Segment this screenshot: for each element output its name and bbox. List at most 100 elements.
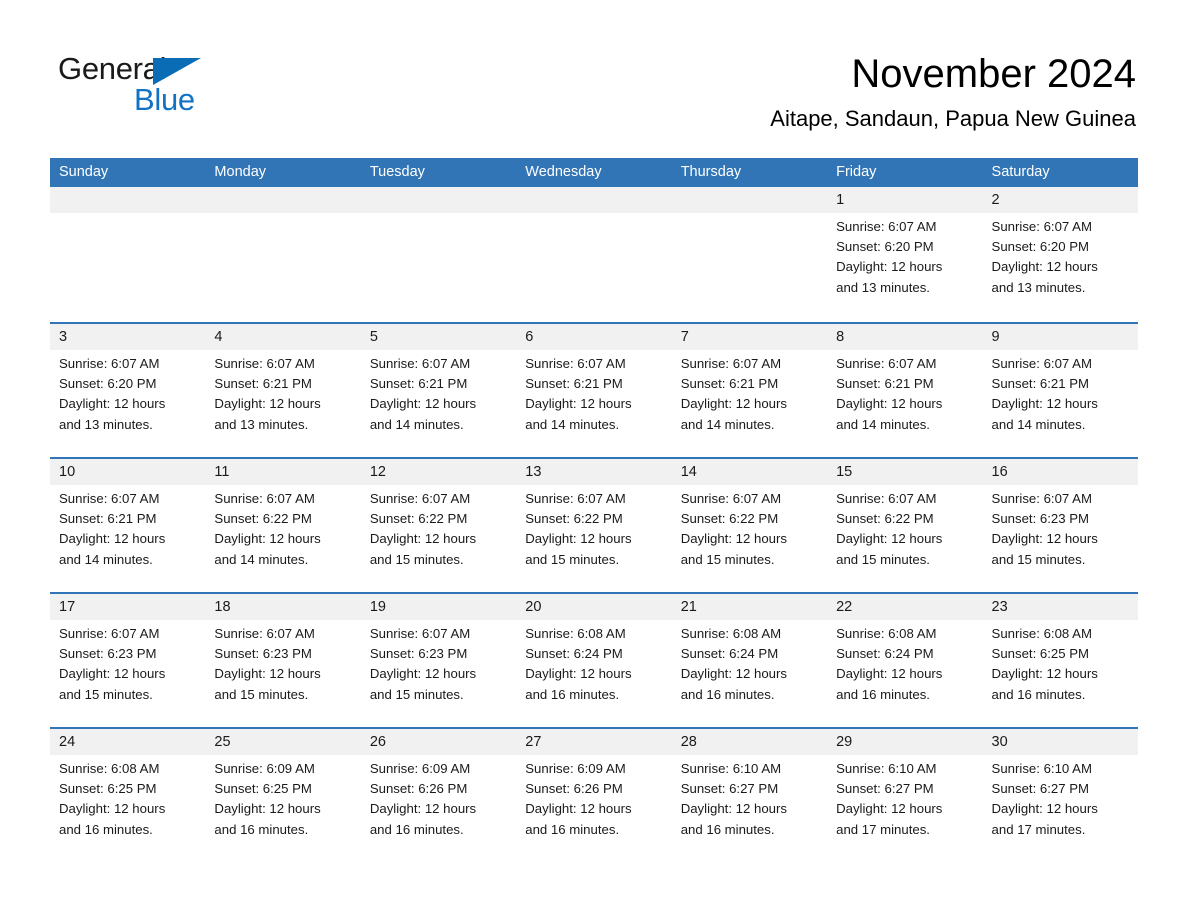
triangle-icon [153, 58, 201, 85]
day-number: 3 [59, 329, 68, 345]
day-number: 29 [836, 734, 853, 750]
day-number: 24 [59, 734, 76, 750]
day-number: 23 [991, 599, 1008, 615]
day-number: 26 [369, 734, 386, 750]
calendar-page: General Blue November 2024 Aitape, Sanda… [0, 0, 1188, 918]
day-cell[interactable]: 20 Sunrise: 6:08 AM Sunset: 6:24 PM Dayl… [516, 594, 671, 727]
page-header: General Blue November 2024 Aitape, Sanda… [0, 0, 1188, 132]
day-number: 15 [836, 464, 853, 480]
day-cell[interactable]: 12 Sunrise: 6:07 AM Sunset: 6:22 PM Dayl… [361, 459, 516, 592]
weekday-header-friday: Friday [836, 164, 877, 180]
weekday-header-tuesday: Tuesday [369, 164, 425, 180]
day-number: 5 [369, 329, 378, 345]
day-cell[interactable]: 23 Sunrise: 6:08 AM Sunset: 6:25 PM Dayl… [983, 594, 1138, 727]
day-cell[interactable]: 21 Sunrise: 6:08 AM Sunset: 6:24 PM Dayl… [672, 594, 827, 727]
day-cell[interactable]: 10 Sunrise: 6:07 AM Sunset: 6:21 PM Dayl… [50, 459, 205, 592]
day-details: Sunrise: 6:07 AM Sunset: 6:22 PM Dayligh… [214, 491, 321, 567]
day-cell[interactable]: 7 Sunrise: 6:07 AM Sunset: 6:21 PM Dayli… [672, 324, 827, 457]
day-details: Sunrise: 6:08 AM Sunset: 6:24 PM Dayligh… [836, 626, 943, 702]
day-number: 27 [525, 734, 542, 750]
day-cell[interactable]: 2 Sunrise: 6:07 AM Sunset: 6:20 PM Dayli… [983, 187, 1138, 322]
day-number: 8 [836, 329, 845, 345]
week-row: 3 Sunrise: 6:07 AM Sunset: 6:20 PM Dayli… [50, 322, 1138, 457]
day-cell[interactable]: 28 Sunrise: 6:10 AM Sunset: 6:27 PM Dayl… [672, 729, 827, 862]
day-number: 30 [991, 734, 1008, 750]
day-cell[interactable]: 24 Sunrise: 6:08 AM Sunset: 6:25 PM Dayl… [50, 729, 205, 862]
day-details: Sunrise: 6:07 AM Sunset: 6:20 PM Dayligh… [991, 219, 1098, 295]
day-details: Sunrise: 6:10 AM Sunset: 6:27 PM Dayligh… [991, 761, 1098, 837]
day-cell[interactable]: 16 Sunrise: 6:07 AM Sunset: 6:23 PM Dayl… [983, 459, 1138, 592]
day-number: 16 [991, 464, 1008, 480]
day-cell[interactable]: 4 Sunrise: 6:07 AM Sunset: 6:21 PM Dayli… [205, 324, 360, 457]
day-cell[interactable]: 13 Sunrise: 6:07 AM Sunset: 6:22 PM Dayl… [516, 459, 671, 592]
day-number: 13 [525, 464, 542, 480]
day-cell[interactable]: 18 Sunrise: 6:07 AM Sunset: 6:23 PM Dayl… [205, 594, 360, 727]
day-cell[interactable] [361, 187, 516, 322]
day-number: 12 [369, 464, 386, 480]
calendar-grid: Sunday Monday Tuesday Wednesday Thursday… [50, 158, 1138, 862]
day-cell[interactable]: 26 Sunrise: 6:09 AM Sunset: 6:26 PM Dayl… [361, 729, 516, 862]
day-details: Sunrise: 6:09 AM Sunset: 6:26 PM Dayligh… [525, 761, 632, 837]
day-details: Sunrise: 6:08 AM Sunset: 6:24 PM Dayligh… [525, 626, 632, 702]
day-number: 22 [836, 599, 853, 615]
day-cell[interactable]: 29 Sunrise: 6:10 AM Sunset: 6:27 PM Dayl… [827, 729, 982, 862]
day-number: 14 [680, 464, 697, 480]
day-cell[interactable]: 8 Sunrise: 6:07 AM Sunset: 6:21 PM Dayli… [827, 324, 982, 457]
day-details: Sunrise: 6:10 AM Sunset: 6:27 PM Dayligh… [680, 761, 787, 837]
day-cell[interactable] [205, 187, 360, 322]
day-details: Sunrise: 6:09 AM Sunset: 6:25 PM Dayligh… [214, 761, 321, 837]
day-number: 9 [991, 329, 1000, 345]
general-blue-logo[interactable]: General Blue [58, 52, 258, 122]
day-number: 17 [59, 599, 76, 615]
day-number: 11 [214, 464, 230, 480]
day-cell[interactable] [516, 187, 671, 322]
day-cell[interactable]: 9 Sunrise: 6:07 AM Sunset: 6:21 PM Dayli… [983, 324, 1138, 457]
day-details: Sunrise: 6:10 AM Sunset: 6:27 PM Dayligh… [836, 761, 943, 837]
day-cell[interactable]: 22 Sunrise: 6:08 AM Sunset: 6:24 PM Dayl… [827, 594, 982, 727]
day-details: Sunrise: 6:07 AM Sunset: 6:21 PM Dayligh… [680, 356, 787, 432]
day-details: Sunrise: 6:07 AM Sunset: 6:21 PM Dayligh… [525, 356, 632, 432]
day-cell[interactable]: 6 Sunrise: 6:07 AM Sunset: 6:21 PM Dayli… [516, 324, 671, 457]
day-cell[interactable]: 14 Sunrise: 6:07 AM Sunset: 6:22 PM Dayl… [672, 459, 827, 592]
day-cell[interactable]: 30 Sunrise: 6:10 AM Sunset: 6:27 PM Dayl… [983, 729, 1138, 862]
day-details: Sunrise: 6:07 AM Sunset: 6:23 PM Dayligh… [59, 626, 166, 702]
day-details: Sunrise: 6:08 AM Sunset: 6:25 PM Dayligh… [991, 626, 1098, 702]
day-number: 21 [680, 599, 697, 615]
day-number: 19 [369, 599, 386, 615]
day-details: Sunrise: 6:07 AM Sunset: 6:23 PM Dayligh… [991, 491, 1098, 567]
title-block: November 2024 Aitape, Sandaun, Papua New… [770, 50, 1136, 134]
logo-top-line: General [58, 52, 258, 86]
day-cell[interactable] [50, 187, 205, 322]
day-details: Sunrise: 6:07 AM Sunset: 6:21 PM Dayligh… [369, 356, 477, 432]
day-cell[interactable] [672, 187, 827, 322]
day-details: Sunrise: 6:07 AM Sunset: 6:22 PM Dayligh… [525, 491, 632, 567]
day-cell[interactable]: 17 Sunrise: 6:07 AM Sunset: 6:23 PM Dayl… [50, 594, 205, 727]
page-title: November 2024 [851, 52, 1136, 96]
day-details: Sunrise: 6:07 AM Sunset: 6:20 PM Dayligh… [59, 356, 166, 432]
week-row: 10 Sunrise: 6:07 AM Sunset: 6:21 PM Dayl… [50, 457, 1138, 592]
day-cell[interactable]: 15 Sunrise: 6:07 AM Sunset: 6:22 PM Dayl… [827, 459, 982, 592]
day-number: 18 [214, 599, 231, 615]
day-details: Sunrise: 6:07 AM Sunset: 6:21 PM Dayligh… [214, 356, 321, 432]
day-details: Sunrise: 6:07 AM Sunset: 6:22 PM Dayligh… [369, 491, 477, 567]
day-cell[interactable]: 11 Sunrise: 6:07 AM Sunset: 6:22 PM Dayl… [205, 459, 360, 592]
day-number: 2 [991, 192, 1000, 208]
day-details: Sunrise: 6:08 AM Sunset: 6:24 PM Dayligh… [680, 626, 787, 702]
page-subtitle: Aitape, Sandaun, Papua New Guinea [770, 106, 1136, 131]
day-number: 20 [525, 599, 542, 615]
weekday-header-row: Sunday Monday Tuesday Wednesday Thursday… [50, 158, 1138, 187]
day-cell[interactable]: 25 Sunrise: 6:09 AM Sunset: 6:25 PM Dayl… [205, 729, 360, 862]
day-number: 6 [525, 329, 534, 345]
logo-word-blue: Blue [134, 82, 195, 117]
weekday-header-saturday: Saturday [991, 164, 1050, 180]
day-cell[interactable]: 3 Sunrise: 6:07 AM Sunset: 6:20 PM Dayli… [50, 324, 205, 457]
day-details: Sunrise: 6:07 AM Sunset: 6:21 PM Dayligh… [59, 491, 166, 567]
day-cell[interactable]: 19 Sunrise: 6:07 AM Sunset: 6:23 PM Dayl… [361, 594, 516, 727]
week-row: 1 Sunrise: 6:07 AM Sunset: 6:20 PM Dayli… [50, 187, 1138, 322]
day-details: Sunrise: 6:07 AM Sunset: 6:20 PM Dayligh… [836, 219, 943, 295]
day-details: Sunrise: 6:07 AM Sunset: 6:23 PM Dayligh… [369, 626, 477, 702]
day-cell[interactable]: 27 Sunrise: 6:09 AM Sunset: 6:26 PM Dayl… [516, 729, 671, 862]
day-cell[interactable]: 5 Sunrise: 6:07 AM Sunset: 6:21 PM Dayli… [361, 324, 516, 457]
day-cell[interactable]: 1 Sunrise: 6:07 AM Sunset: 6:20 PM Dayli… [827, 187, 982, 322]
weekday-header-monday: Monday [214, 164, 267, 180]
